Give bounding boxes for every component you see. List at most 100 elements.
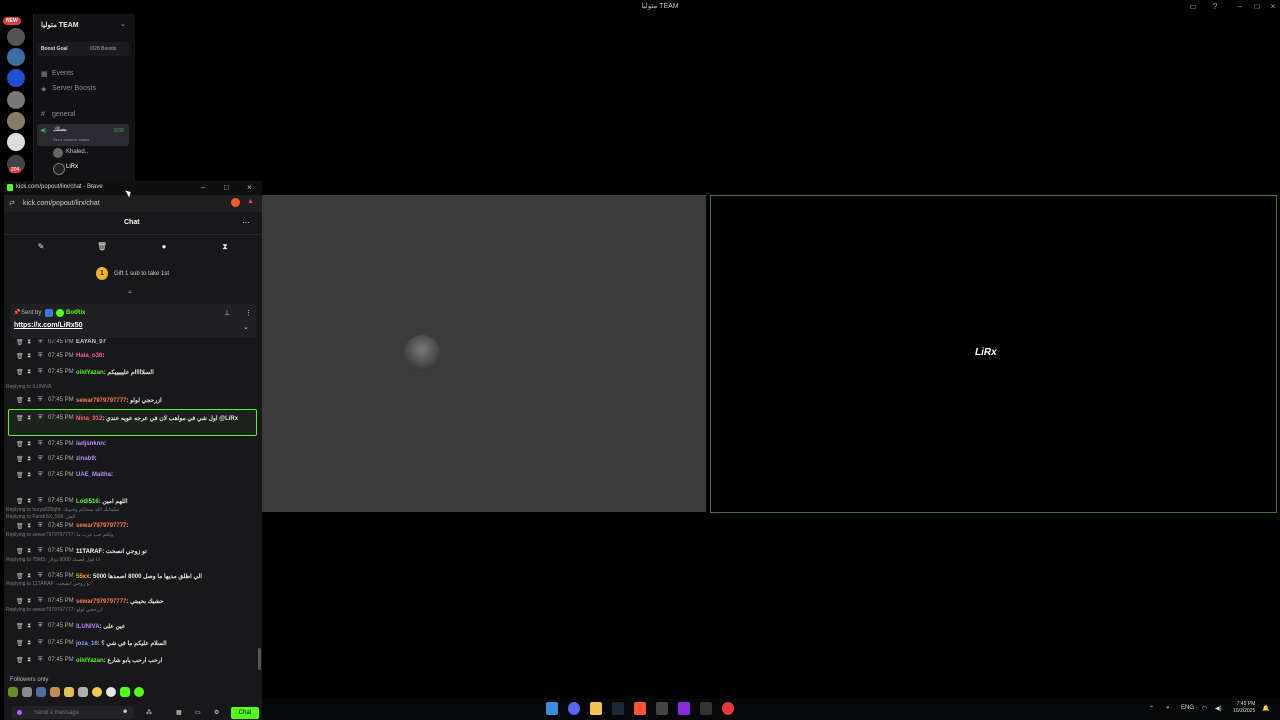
message-username[interactable]: sewar7979797777: [76, 523, 128, 529]
language-indicator[interactable]: ENG [1181, 705, 1194, 711]
chat-message[interactable]: 🗑 ⧗ ⛨ 07:45 PM oildYazan: ارحب ارحب يابو شار… [4, 657, 256, 669]
trash-icon[interactable]: 🗑 [16, 623, 24, 630]
points-icon[interactable]: ⁂ [146, 709, 152, 716]
hourglass-icon[interactable]: ⧗ [27, 498, 31, 505]
voice-status[interactable]: Set a channel status [53, 137, 89, 142]
server-icon[interactable] [7, 133, 25, 151]
trash-icon[interactable]: 🗑 [96, 242, 108, 251]
emote[interactable] [64, 687, 74, 697]
server-icon[interactable] [7, 91, 25, 109]
hourglass-icon[interactable]: ⧗ [27, 441, 31, 448]
hourglass-icon[interactable]: ⧗ [27, 598, 31, 605]
trash-icon[interactable]: 🗑 [16, 548, 24, 555]
hourglass-icon[interactable]: ⧗ [219, 242, 231, 252]
reply-context[interactable]: Replying to sewar7979797777: ولكم حب عرب… [6, 532, 113, 538]
hourglass-icon[interactable]: ⧗ [27, 397, 31, 404]
chevron-up-icon[interactable]: ⌃ [1149, 705, 1154, 712]
emoji-icon[interactable]: ☻ [122, 709, 128, 715]
chat-message[interactable]: 🗑 ⧗ ⛨ 07:45 PM Nina_912: اول شي في مواهب لان… [4, 415, 256, 427]
reply-context[interactable]: Replying to 11TARAF: تو زوجي انصحت [6, 581, 91, 587]
steam-icon[interactable] [612, 702, 624, 715]
trash-icon[interactable]: 🗑 [16, 415, 24, 422]
brave-icon[interactable] [634, 702, 646, 715]
trash-icon[interactable]: 🗑 [16, 456, 24, 463]
message-username[interactable]: 55xx: الي اطلق مديها ما وصل 8000 اصمدها … [76, 573, 202, 580]
shield-icon[interactable]: ⛨ [38, 573, 43, 580]
emote[interactable] [78, 687, 88, 697]
shield-icon[interactable]: ⛨ [38, 397, 43, 404]
message-username[interactable]: oildYazan: السلااااام عليييييكم [76, 369, 154, 376]
calendar-icon[interactable]: ▦ [176, 709, 182, 716]
message-username[interactable]: Lodi516: اللهم امين [76, 498, 128, 505]
send-chat-button[interactable]: Chat [231, 707, 259, 719]
close-icon[interactable]: × [247, 183, 252, 192]
mic-icon[interactable]: ● [1166, 705, 1170, 711]
collapse-icon[interactable]: ⩡ [128, 289, 132, 297]
volume-icon[interactable]: ◀) [1215, 705, 1222, 712]
chevron-down-icon[interactable]: ⌄ [243, 323, 249, 331]
message-username[interactable]: ILUNIVA: عين على [76, 623, 125, 630]
channel-general[interactable]: general [52, 111, 75, 118]
trash-icon[interactable]: 🗑 [16, 598, 24, 605]
hourglass-icon[interactable]: ⧗ [27, 640, 31, 647]
inbox-icon[interactable]: ▭ [1188, 2, 1198, 12]
unpin-icon[interactable]: ⊥ [224, 309, 230, 317]
reply-context[interactable]: Replying to ILUNIVA [6, 384, 51, 390]
maximize-icon[interactable]: □ [1252, 2, 1262, 12]
nav-server-boosts[interactable]: Server Boosts [52, 85, 96, 92]
app-icon[interactable] [700, 702, 712, 715]
hourglass-icon[interactable]: ⧗ [27, 339, 31, 346]
reply-context[interactable]: Replying to FarahSX_506: الش [6, 514, 75, 520]
more-icon[interactable]: ⋯ [242, 218, 250, 227]
reply-context[interactable]: Replying to horya505qht: سلمانك الله بمح… [6, 507, 119, 513]
server-name[interactable]: متوليا TEAM [41, 21, 79, 29]
shield-icon[interactable]: ⛨ [38, 353, 43, 360]
app-icon[interactable] [722, 702, 734, 715]
chat-message[interactable]: 🗑 ⧗ ⛨ 07:45 PM ladjsnknn: [4, 441, 256, 453]
message-username[interactable]: joza_16: السلام عليكم ما في شي ؟ [76, 640, 167, 647]
app-icon[interactable] [678, 702, 690, 715]
help-icon[interactable]: ? [1210, 2, 1220, 12]
trash-icon[interactable]: 🗑 [16, 353, 24, 360]
trash-icon[interactable]: 🗑 [16, 573, 24, 580]
server-icon[interactable] [7, 48, 25, 66]
chevron-down-icon[interactable]: ⌄ [120, 20, 126, 28]
chat-bubble-icon[interactable]: ▭ [195, 709, 201, 716]
nav-events[interactable]: Events [52, 70, 73, 77]
video-tile[interactable] [262, 195, 706, 512]
shield-icon[interactable]: ⛨ [38, 472, 43, 479]
message-username[interactable]: Nina_912: اول شي في مواهب لان في عرجه عو… [76, 415, 238, 422]
shield-icon[interactable]: ⛨ [38, 339, 43, 346]
hourglass-icon[interactable]: ⧗ [27, 369, 31, 376]
trash-icon[interactable]: 🗑 [16, 472, 24, 479]
site-info-icon[interactable]: ⇄ [9, 199, 15, 207]
chat-message[interactable]: 🗑 ⧗ ⛨ 07:45 PM Hala_o36: [4, 353, 256, 365]
hourglass-icon[interactable]: ⧗ [27, 523, 31, 530]
hourglass-icon[interactable]: ⧗ [27, 456, 31, 463]
shield-icon[interactable]: ⛨ [38, 498, 43, 505]
chat-scrollbar[interactable] [258, 648, 261, 670]
trash-icon[interactable]: 🗑 [16, 369, 24, 376]
chat-message[interactable]: 🗑 ⧗ ⛨ 07:45 PM sewar7979797777: ازرحجي لولو [4, 397, 256, 409]
chat-message[interactable]: 🗑 ⧗ ⛨ 07:45 PM UAE_Maitha: [4, 472, 256, 484]
message-username[interactable]: 11TARAF: تو زوجي انصحت [76, 548, 147, 555]
trash-icon[interactable]: 🗑 [16, 339, 24, 346]
emote[interactable] [8, 687, 18, 697]
emote[interactable] [134, 687, 144, 697]
shield-icon[interactable]: ⛨ [38, 523, 43, 530]
chat-message[interactable]: 🗑 ⧗ ⛨ 07:45 PM ILUNIVA: عين على [4, 623, 256, 635]
shield-icon[interactable]: ⛨ [38, 640, 43, 647]
server-icon[interactable] [7, 69, 25, 87]
trash-icon[interactable]: 🗑 [16, 657, 24, 664]
trash-icon[interactable]: 🗑 [16, 498, 24, 505]
gear-icon[interactable]: ⚙ [214, 709, 219, 716]
pinned-user[interactable]: BotRix [66, 310, 85, 316]
hourglass-icon[interactable]: ⧗ [27, 623, 31, 630]
reply-context[interactable]: Replying to sewar7979797777: ازرحجي لولو [6, 607, 103, 613]
emote[interactable] [22, 687, 32, 697]
message-username[interactable]: sewar7979797777: ازرحجي لولو [76, 397, 162, 404]
shield-icon[interactable]: ⛨ [38, 548, 43, 555]
server-icon[interactable] [7, 28, 25, 46]
emote[interactable] [120, 687, 130, 697]
shield-icon[interactable]: ⛨ [38, 415, 43, 422]
